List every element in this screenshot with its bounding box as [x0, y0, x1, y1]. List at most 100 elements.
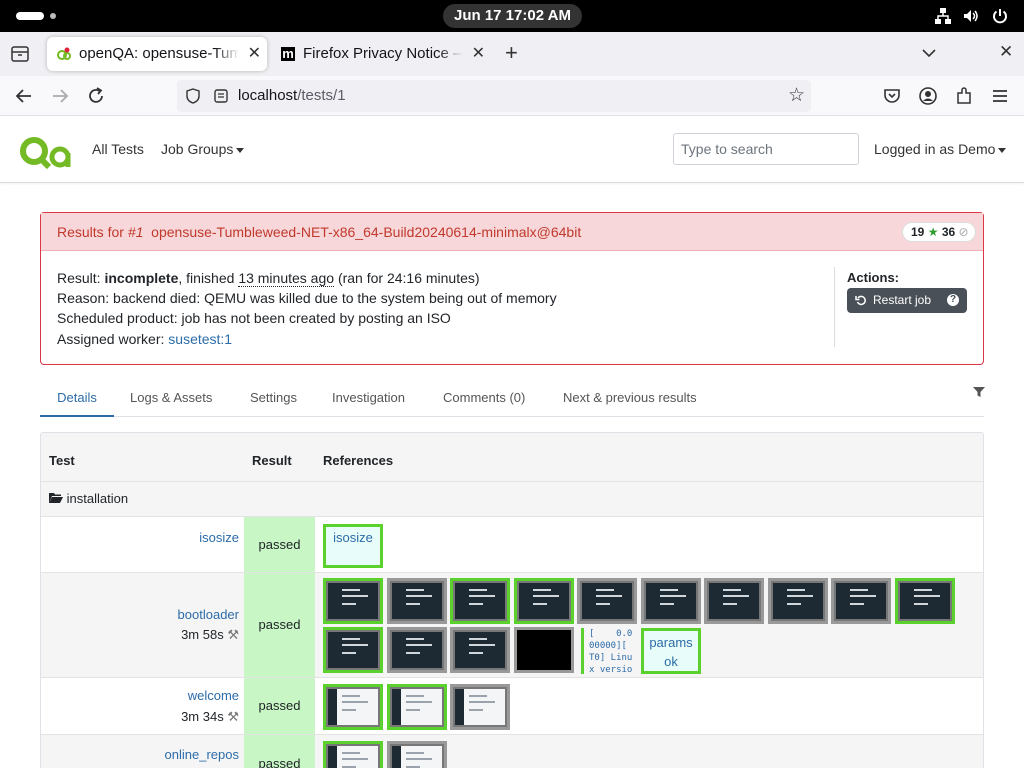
- screenshot-preview: [391, 746, 442, 768]
- page-info-icon[interactable]: [213, 88, 229, 104]
- screenshot-text-line: [659, 595, 686, 597]
- close-window-icon[interactable]: ✕: [999, 42, 1013, 62]
- screenshot-text-line: [342, 603, 356, 605]
- screenshot-thumbnail[interactable]: [513, 578, 574, 624]
- screenshot-text-line: [469, 595, 495, 597]
- folder-open-icon: [49, 493, 63, 503]
- url-bar[interactable]: localhost/tests/1 ☆: [177, 80, 811, 112]
- screenshot-preview: [455, 689, 505, 725]
- screenshot-thumbnail[interactable]: [386, 627, 447, 673]
- nav-job-groups[interactable]: Job Groups: [161, 141, 245, 157]
- log-reference[interactable]: [ 0.0 00000][ T0] Linu x versio: [581, 628, 643, 674]
- filter-icon[interactable]: [973, 386, 985, 398]
- tab-logs-assets[interactable]: Logs & Assets: [130, 383, 212, 417]
- screenshot-thumbnail[interactable]: [450, 684, 510, 730]
- screenshot-thumbnail[interactable]: [450, 578, 510, 624]
- firefox-view-icon[interactable]: [11, 46, 29, 62]
- tracking-shield-icon[interactable]: [185, 88, 201, 104]
- tab-investigation[interactable]: Investigation: [332, 383, 405, 417]
- screenshot-text-line: [405, 695, 424, 697]
- activities-indicator[interactable]: [16, 12, 44, 20]
- test-name-link[interactable]: welcome: [188, 688, 239, 703]
- volume-icon[interactable]: [962, 7, 980, 25]
- power-icon[interactable]: [991, 7, 1009, 25]
- reload-icon[interactable]: [84, 84, 108, 108]
- screenshot-text-line: [469, 644, 495, 646]
- screenshot-thumbnail[interactable]: [577, 578, 637, 624]
- screenshot-thumbnail[interactable]: [323, 627, 383, 673]
- screenshot-thumbnail[interactable]: [767, 578, 828, 624]
- nav-all-tests[interactable]: All Tests: [92, 141, 144, 157]
- screenshot-text-line: [469, 695, 487, 697]
- column-test: Test: [49, 453, 75, 468]
- screenshot-preview: [836, 583, 886, 619]
- tab-label: Firefox Privacy Notice — Mozilla: [303, 37, 463, 71]
- tab-privacy-notice[interactable]: m Firefox Privacy Notice — Mozilla ✕: [271, 37, 491, 71]
- text-reference[interactable]: isosize: [323, 524, 383, 568]
- screenshot-thumbnail[interactable]: [386, 578, 447, 624]
- mozilla-favicon-icon: m: [281, 46, 295, 61]
- category-row[interactable]: installation: [41, 482, 983, 517]
- extensions-icon[interactable]: [952, 84, 976, 108]
- screenshot-thumbnail[interactable]: [831, 578, 891, 624]
- back-icon[interactable]: [12, 84, 36, 108]
- bookmark-star-icon[interactable]: ☆: [788, 80, 805, 112]
- openqa-logo-icon[interactable]: [19, 131, 73, 169]
- account-icon[interactable]: [916, 84, 940, 108]
- category-installation[interactable]: installation: [49, 491, 128, 507]
- job-result-header: Results for #1 opensuse-Tumbleweed-NET-x…: [41, 213, 983, 251]
- job-id-link[interactable]: #1: [128, 224, 144, 240]
- screenshot-text-line: [469, 589, 487, 591]
- new-tab-icon[interactable]: +: [505, 40, 518, 66]
- test-name-link[interactable]: online_repos: [165, 747, 239, 762]
- close-tab-icon[interactable]: ✕: [248, 37, 261, 71]
- tab-openqa[interactable]: openQA: opensuse-Tumbleweed ✕: [47, 37, 267, 71]
- pocket-icon[interactable]: [880, 84, 904, 108]
- screenshot-thumbnail[interactable]: [704, 578, 764, 624]
- forward-icon[interactable]: [48, 84, 72, 108]
- screenshot-sidebar: [455, 689, 464, 725]
- tab-label: openQA: opensuse-Tumbleweed: [79, 37, 239, 71]
- screenshot-text-line: [596, 589, 614, 591]
- restart-job-button[interactable]: Restart job ?: [847, 288, 967, 313]
- screenshot-sidebar: [328, 689, 337, 725]
- search-input[interactable]: [673, 133, 859, 165]
- text-reference[interactable]: params ok: [641, 628, 701, 674]
- menu-icon[interactable]: [988, 84, 1012, 108]
- screenshot-thumbnail[interactable]: [386, 741, 447, 768]
- screenshot-text-line: [342, 695, 360, 697]
- screenshot-text-line: [659, 603, 674, 605]
- tab-comments[interactable]: Comments (0): [443, 383, 525, 417]
- screenshot-text-line: [469, 701, 495, 703]
- screenshot-preview: [455, 632, 505, 668]
- screenshot-text-line: [342, 644, 368, 646]
- list-tabs-chevron-icon[interactable]: [922, 48, 936, 58]
- browser-tab-strip: openQA: opensuse-Tumbleweed ✕ m Firefox …: [0, 32, 1024, 76]
- network-icon[interactable]: [934, 7, 952, 25]
- test-name-link[interactable]: bootloader: [178, 607, 239, 622]
- screenshot-thumbnail[interactable]: [513, 627, 574, 673]
- clock[interactable]: Jun 17 17:02 AM: [443, 4, 582, 28]
- screenshot-thumbnail[interactable]: [450, 627, 510, 673]
- tab-details[interactable]: Details: [40, 383, 114, 417]
- screenshot-thumbnail[interactable]: [640, 578, 701, 624]
- worker-link[interactable]: susetest:1: [168, 331, 232, 347]
- screenshot-text-line: [596, 603, 610, 605]
- screenshot-text-line: [342, 589, 360, 591]
- result-cell: passed: [244, 678, 315, 734]
- close-tab-icon[interactable]: ✕: [472, 37, 485, 71]
- table-header: Test Result References: [41, 433, 983, 482]
- help-icon[interactable]: ?: [947, 294, 959, 306]
- screenshot-text-line: [532, 595, 559, 597]
- screenshot-thumbnail[interactable]: [323, 578, 383, 624]
- workspace-dot: [50, 13, 56, 19]
- test-name-link[interactable]: isosize: [199, 530, 239, 545]
- user-menu[interactable]: Logged in as Demo: [874, 141, 1007, 157]
- screenshot-text-line: [659, 589, 678, 591]
- screenshot-thumbnail[interactable]: [323, 741, 383, 768]
- screenshot-thumbnail[interactable]: [323, 684, 383, 730]
- screenshot-thumbnail[interactable]: [894, 578, 955, 624]
- tab-settings[interactable]: Settings: [250, 383, 297, 417]
- screenshot-thumbnail[interactable]: [386, 684, 447, 730]
- tab-next-previous-results[interactable]: Next & previous results: [563, 383, 697, 417]
